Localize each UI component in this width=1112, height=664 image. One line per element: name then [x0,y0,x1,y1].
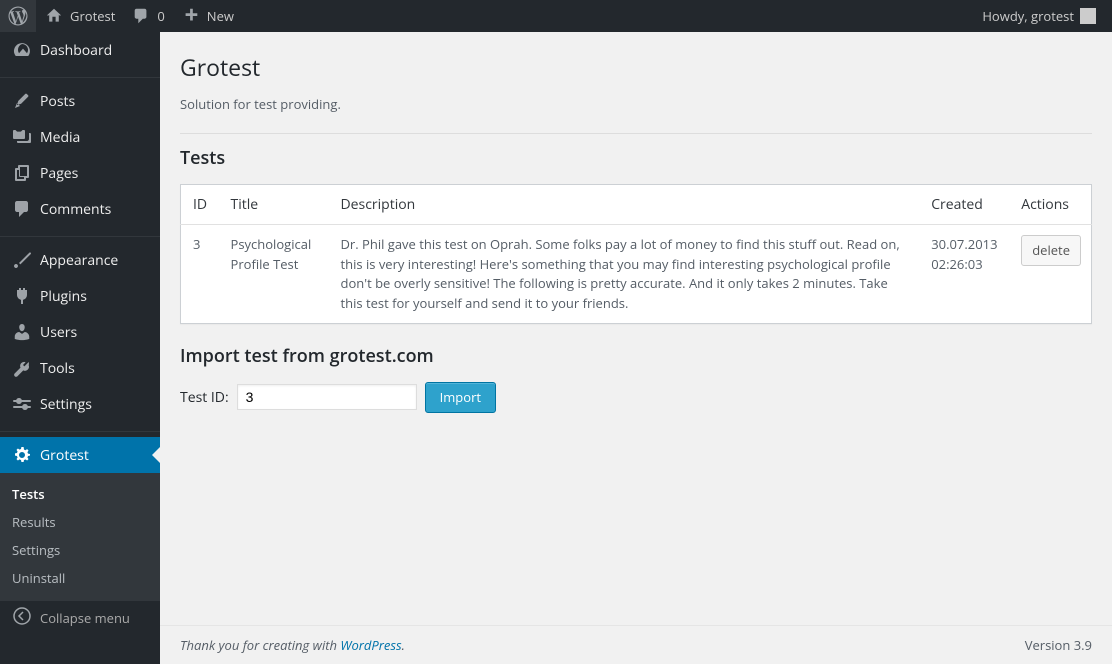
import-button[interactable]: Import [425,382,496,413]
wp-logo[interactable] [0,0,36,32]
submenu-settings[interactable]: Settings [0,536,160,564]
avatar [1080,8,1096,24]
home-icon [44,6,64,26]
test-id-label: Test ID: [180,388,229,407]
th-actions: Actions [1011,185,1091,225]
howdy-text: Howdy, grotest [982,7,1074,25]
admin-footer: Thank you for creating with WordPress. V… [160,625,1112,664]
submenu-tests[interactable]: Tests [0,480,160,508]
tests-table: ID Title Description Created Actions 3 P… [180,184,1092,324]
sliders-icon [12,394,32,414]
test-id-input[interactable] [237,384,417,410]
cell-created: 30.07.2013 02:26:03 [921,225,1011,324]
site-name-link[interactable]: Grotest [36,0,123,32]
menu-users[interactable]: Users [0,314,160,350]
comment-count: 0 [157,7,164,25]
cell-title: Psychological Profile Test [221,225,331,324]
page-icon [12,163,32,183]
page-subtitle: Solution for test providing. [180,87,1092,133]
menu-tools[interactable]: Tools [0,350,160,386]
menu-dashboard[interactable]: Dashboard [0,32,160,68]
cell-actions: delete [1011,225,1091,324]
page-title: Grotest [180,42,1092,87]
cell-id: 3 [181,225,221,324]
collapse-icon [12,606,32,630]
menu-grotest[interactable]: Grotest [0,437,160,473]
menu-comments[interactable]: Comments [0,191,160,227]
menu-plugins[interactable]: Plugins [0,278,160,314]
new-content-link[interactable]: New [173,0,242,32]
import-heading: Import test from grotest.com [180,344,1092,368]
footer-thanks: Thank you for creating with WordPress. [180,636,405,654]
users-icon [12,322,32,342]
wordpress-icon [8,6,28,26]
th-id: ID [181,185,221,225]
wordpress-link[interactable]: WordPress [340,636,401,654]
admin-sidebar: Dashboard Posts Media Pages Comments App… [0,32,160,664]
my-account-link[interactable]: Howdy, grotest [974,0,1104,32]
comment-icon [131,6,151,26]
main-content: Grotest Solution for test providing. Tes… [160,32,1112,664]
menu-appearance[interactable]: Appearance [0,242,160,278]
menu-posts[interactable]: Posts [0,83,160,119]
import-form: Test ID: Import [180,382,1092,413]
site-name: Grotest [70,7,115,25]
grotest-submenu: Tests Results Settings Uninstall [0,473,160,600]
footer-version: Version 3.9 [1025,636,1092,654]
delete-button[interactable]: delete [1021,235,1081,266]
gear-icon [12,445,32,465]
menu-media[interactable]: Media [0,119,160,155]
plus-icon [181,6,201,26]
menu-pages[interactable]: Pages [0,155,160,191]
divider [180,133,1092,134]
submenu-uninstall[interactable]: Uninstall [0,564,160,592]
comments-icon [12,199,32,219]
pin-icon [12,91,32,111]
menu-settings[interactable]: Settings [0,386,160,422]
cell-description: Dr. Phil gave this test on Oprah. Some f… [331,225,922,324]
dashboard-icon [12,40,32,60]
new-label: New [207,7,234,25]
submenu-results[interactable]: Results [0,508,160,536]
wrench-icon [12,358,32,378]
th-title: Title [221,185,331,225]
brush-icon [12,250,32,270]
tests-heading: Tests [180,146,1092,170]
collapse-menu[interactable]: Collapse menu [0,600,160,634]
table-row: 3 Psychological Profile Test Dr. Phil ga… [181,225,1092,324]
comments-link[interactable]: 0 [123,0,172,32]
admin-bar: Grotest 0 New Howdy, grotest [0,0,1112,32]
th-created: Created [921,185,1011,225]
media-icon [12,127,32,147]
th-description: Description [331,185,922,225]
plugin-icon [12,286,32,306]
